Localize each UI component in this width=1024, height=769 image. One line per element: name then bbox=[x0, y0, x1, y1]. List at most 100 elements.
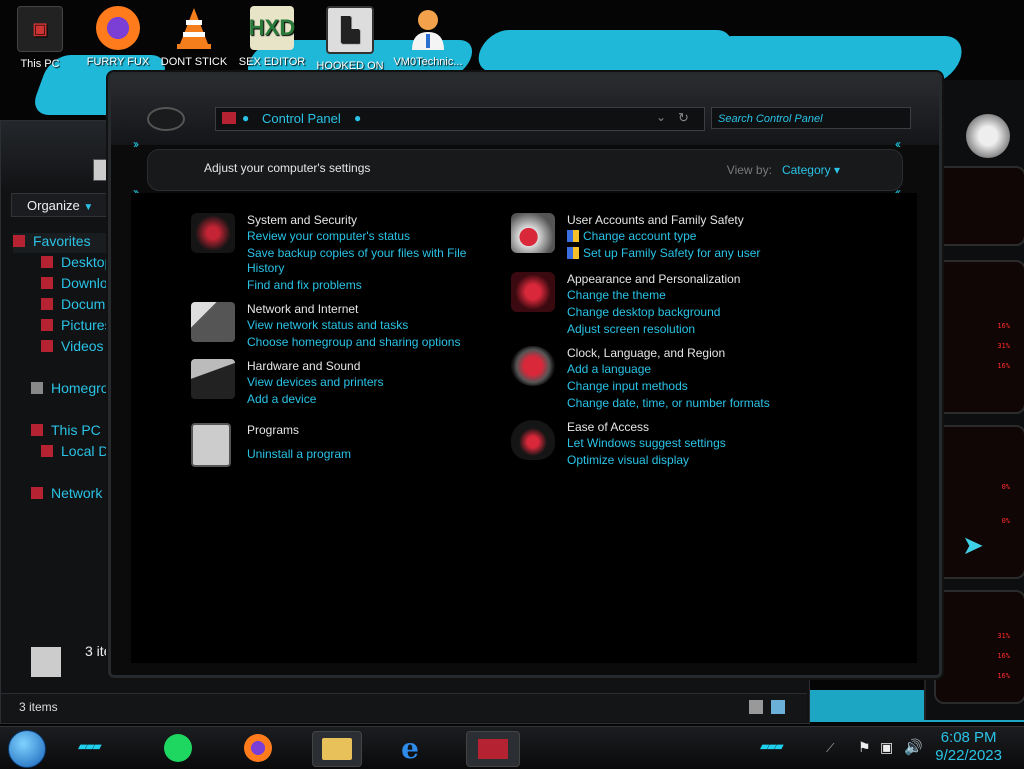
link-uninstall-program[interactable]: Uninstall a program bbox=[247, 447, 351, 461]
notes-app-icon bbox=[164, 734, 192, 762]
view-by-dropdown[interactable]: Category ▾ bbox=[782, 163, 840, 177]
category-title[interactable]: Clock, Language, and Region bbox=[567, 346, 725, 360]
category-title[interactable]: System and Security bbox=[247, 213, 357, 227]
desktop-icon-hooked-on[interactable]: ▙ HOOKED ON bbox=[314, 6, 386, 72]
category-ease-of-access: Ease of Access Let Windows suggest setti… bbox=[511, 420, 831, 470]
desktop-icon-vm0technic[interactable]: VM0Technic... bbox=[392, 6, 464, 68]
link-family-safety[interactable]: Set up Family Safety for any user bbox=[511, 246, 760, 260]
details-view-icon[interactable] bbox=[749, 700, 763, 714]
desktop-icon-label: HOOKED ON bbox=[316, 60, 384, 72]
category-title[interactable]: Network and Internet bbox=[247, 302, 358, 316]
clock-date: 9/22/2023 bbox=[935, 747, 1002, 764]
taskbar-app-explorer[interactable] bbox=[312, 731, 362, 767]
folder-icon bbox=[322, 738, 352, 760]
link-add-device[interactable]: Add a device bbox=[247, 392, 316, 406]
link-screen-resolution[interactable]: Adjust screen resolution bbox=[567, 322, 695, 336]
category-title[interactable]: Appearance and Personalization bbox=[567, 272, 740, 286]
link-change-theme[interactable]: Change the theme bbox=[567, 288, 666, 302]
download-icon bbox=[41, 277, 53, 289]
volume-icon[interactable]: 🔊 bbox=[904, 738, 923, 756]
internet-explorer-icon: e bbox=[401, 731, 419, 765]
link-find-fix[interactable]: Find and fix problems bbox=[247, 278, 362, 292]
chevron-down-icon[interactable]: ⌄ bbox=[656, 110, 666, 124]
search-input[interactable]: Search Control Panel bbox=[711, 107, 911, 129]
hardware-sound-icon bbox=[191, 359, 235, 399]
show-hidden-icons-icon[interactable]: ⟋ bbox=[826, 741, 834, 756]
nav-this-pc[interactable]: This PC bbox=[31, 422, 101, 438]
videos-icon bbox=[41, 340, 53, 352]
clock-region-icon bbox=[511, 346, 555, 386]
homegroup-icon bbox=[31, 382, 43, 394]
link-date-time-formats[interactable]: Change date, time, or number formats bbox=[567, 396, 770, 410]
control-panel-icon bbox=[478, 739, 508, 759]
start-button[interactable] bbox=[8, 730, 46, 768]
link-optimize-display[interactable]: Optimize visual display bbox=[567, 453, 689, 467]
organize-button[interactable]: Organize ▼ bbox=[11, 193, 111, 217]
back-forward-icon[interactable] bbox=[147, 107, 185, 131]
system-security-icon bbox=[191, 213, 235, 253]
breadcrumb[interactable]: Control Panel bbox=[262, 111, 341, 126]
taskbar-app-firefox[interactable] bbox=[240, 731, 276, 765]
link-review-status[interactable]: Review your computer's status bbox=[247, 229, 410, 243]
taskbar-app-control-panel[interactable] bbox=[466, 731, 520, 767]
desktop-icon bbox=[41, 256, 53, 268]
alien-head-icon bbox=[511, 420, 555, 460]
link-save-backup[interactable]: Save backup copies of your files with Fi… bbox=[247, 246, 466, 260]
desktop-icon-label: DONT STICK bbox=[160, 56, 228, 68]
link-change-account-type[interactable]: Change account type bbox=[511, 229, 696, 243]
pc-icon: ▣ bbox=[17, 6, 63, 52]
desktop-icon-sex-editor[interactable]: HXD SEX EDITOR bbox=[236, 6, 308, 68]
nav-desktop[interactable]: Desktop bbox=[41, 254, 112, 270]
nav-network[interactable]: Network bbox=[31, 485, 102, 501]
clock[interactable]: 6:08 PM 9/22/2023 bbox=[935, 729, 1002, 765]
taskbar: ▰▰▰ e ▰▰▰ ⟋ ⚑ ▣ 🔊 6:08 PM 9/22/2023 bbox=[0, 726, 1024, 769]
link-desktop-background[interactable]: Change desktop background bbox=[567, 305, 720, 319]
desktop-icon-this-pc[interactable]: ▣ This PC bbox=[4, 6, 76, 70]
desktop-icon-dont-stick[interactable]: DONT STICK bbox=[158, 6, 230, 68]
pc-icon bbox=[31, 424, 43, 436]
decor-arrows-icon: ›› bbox=[133, 137, 139, 151]
gadget-box: 16% 31% 16% bbox=[934, 260, 1024, 414]
category-title[interactable]: Programs bbox=[247, 423, 299, 437]
category-title[interactable]: Ease of Access bbox=[567, 420, 649, 434]
star-icon bbox=[13, 235, 25, 247]
desktop-icon-label: This PC bbox=[20, 58, 60, 70]
view-by: View by: Category ▾ bbox=[726, 163, 840, 177]
category-title[interactable]: User Accounts and Family Safety bbox=[567, 213, 744, 227]
link-windows-suggest[interactable]: Let Windows suggest settings bbox=[567, 436, 726, 450]
address-bar[interactable]: ● Control Panel ● ⌄ ↻ bbox=[215, 107, 705, 131]
appearance-icon bbox=[511, 272, 555, 312]
chevron-down-icon: ▼ bbox=[83, 202, 94, 213]
link-devices-printers[interactable]: View devices and printers bbox=[247, 375, 384, 389]
desktop-icon-furry-fux[interactable]: FURRY FUX bbox=[82, 6, 154, 68]
editor-icon: HXD bbox=[249, 6, 295, 50]
link-save-backup-cont[interactable]: History bbox=[247, 261, 284, 275]
category-title[interactable]: Hardware and Sound bbox=[247, 359, 360, 373]
link-add-language[interactable]: Add a language bbox=[567, 362, 651, 376]
gadget-box: 31% 16% 16% bbox=[934, 590, 1024, 704]
firefox-icon bbox=[244, 734, 272, 762]
category-system-security: System and Security Review your computer… bbox=[191, 213, 471, 293]
refresh-icon[interactable]: ↻ bbox=[678, 110, 689, 126]
uac-shield-icon bbox=[567, 247, 579, 259]
nav-local-disk[interactable]: Local Dis bbox=[41, 443, 119, 459]
link-homegroup-sharing[interactable]: Choose homegroup and sharing options bbox=[247, 335, 460, 349]
taskbar-app-notes[interactable] bbox=[160, 731, 196, 765]
category-network-internet: Network and Internet View network status… bbox=[191, 302, 471, 352]
link-input-methods[interactable]: Change input methods bbox=[567, 379, 688, 393]
nav-favorites[interactable]: Favorites bbox=[13, 233, 113, 253]
category-user-accounts: User Accounts and Family Safety Change a… bbox=[511, 213, 831, 263]
link-network-status[interactable]: View network status and tasks bbox=[247, 318, 408, 332]
control-panel-titlebar: ● Control Panel ● ⌄ ↻ Search Control Pan… bbox=[111, 75, 939, 145]
nav-pictures[interactable]: Pictures bbox=[41, 317, 112, 333]
action-center-flag-icon[interactable]: ⚑ bbox=[858, 739, 871, 756]
decor-arrows-icon: ‹‹ bbox=[895, 137, 901, 151]
gadget-box bbox=[934, 166, 1024, 246]
game-icon: ▙ bbox=[326, 6, 374, 54]
control-panel-window: ● Control Panel ● ⌄ ↻ Search Control Pan… bbox=[108, 72, 942, 678]
nav-videos[interactable]: Videos bbox=[41, 338, 104, 354]
tiles-view-icon[interactable] bbox=[771, 700, 785, 714]
network-status-icon[interactable]: ▣ bbox=[880, 739, 893, 756]
taskbar-app-ie[interactable]: e bbox=[392, 731, 428, 765]
pictures-icon bbox=[41, 319, 53, 331]
